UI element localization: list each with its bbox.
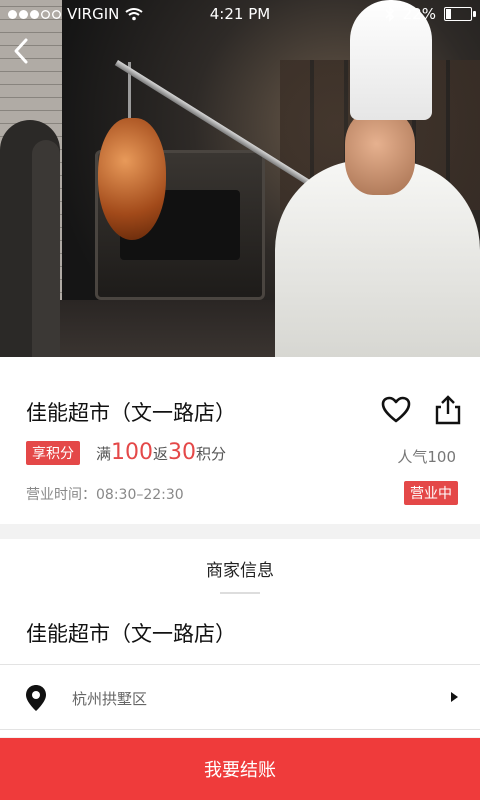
chef-head: [345, 110, 415, 195]
store-info-card: 佳能超市（文一路店） 享积分 满100返30积分 人气100 营业时间：08:3…: [0, 357, 480, 524]
promo-prefix: 满: [96, 445, 112, 463]
promo-reward: 30: [168, 440, 197, 465]
share-button[interactable]: [431, 393, 465, 427]
address-text: 杭州拱墅区: [72, 690, 148, 708]
favorite-button[interactable]: [379, 393, 413, 427]
arrow-right-icon: [451, 692, 458, 702]
back-chevron-icon: [14, 38, 28, 64]
status-right: 22%: [385, 5, 476, 23]
business-hours: 营业时间：08:30–22:30: [26, 487, 184, 503]
address-row[interactable]: 杭州拱墅区: [0, 665, 480, 729]
heart-icon: [381, 396, 411, 423]
merchant-name: 佳能超市（文一路店）: [26, 622, 236, 646]
arch-inner: [32, 140, 60, 357]
promo-suffix: 积分: [196, 445, 227, 463]
status-bar: VIRGIN 4:21 PM 22%: [0, 0, 480, 28]
points-badge: 享积分: [26, 440, 80, 465]
battery-percent: 22%: [402, 5, 436, 23]
promo-row: 享积分 满100返30积分: [26, 440, 226, 465]
bluetooth-icon: [385, 6, 394, 22]
roast-duck: [98, 118, 166, 240]
share-icon: [435, 395, 461, 425]
promo-mid: 返: [153, 445, 169, 463]
section-title: 商家信息: [206, 561, 274, 581]
hero-image: [0, 0, 480, 357]
promo-text: 满100返30积分: [96, 440, 226, 465]
store-name: 佳能超市（文一路店）: [26, 401, 236, 425]
battery-icon: [444, 7, 476, 21]
section-underline: [220, 592, 260, 594]
checkout-button[interactable]: 我要结账: [0, 738, 480, 800]
battery-level: [446, 9, 451, 19]
promo-threshold: 100: [111, 440, 154, 465]
divider: [0, 729, 480, 730]
merchant-info-section: 商家信息 佳能超市（文一路店） 杭州拱墅区: [0, 539, 480, 737]
status-badge: 营业中: [404, 481, 458, 505]
location-pin-icon: [26, 685, 46, 711]
popularity: 人气100: [397, 448, 456, 466]
back-button[interactable]: [8, 34, 38, 68]
